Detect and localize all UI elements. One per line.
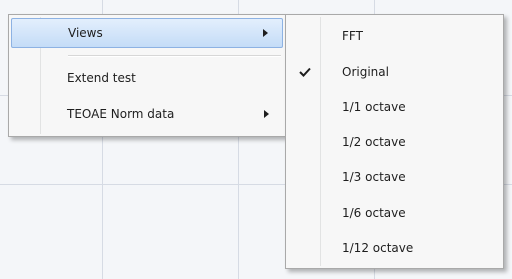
submenu-item-1-6-octave[interactable]: 1/6 octave [288, 198, 501, 228]
submenu-item-original[interactable]: Original [288, 57, 501, 87]
menu-item-label: 1/12 octave [342, 241, 414, 255]
submenu-item-1-3-octave[interactable]: 1/3 octave [288, 162, 501, 192]
views-submenu: FFT Original 1/1 octave 1/2 octave 1/3 o… [285, 14, 504, 269]
context-menu: Views Extend test TEOAE Norm data [8, 14, 286, 137]
submenu-item-1-12-octave[interactable]: 1/12 octave [288, 233, 501, 263]
menu-item-label: 1/6 octave [342, 206, 406, 220]
submenu-item-1-2-octave[interactable]: 1/2 octave [288, 127, 501, 157]
menu-item-label: Original [342, 65, 389, 79]
submenu-item-fft[interactable]: FFT [288, 21, 501, 51]
checkmark-icon [299, 67, 311, 77]
menu-item-teoae-norm-data[interactable]: TEOAE Norm data [11, 99, 283, 129]
menu-item-label: Extend test [67, 71, 136, 85]
menu-item-label: Views [68, 26, 103, 40]
menu-item-views[interactable]: Views [11, 18, 283, 48]
menu-item-label: 1/3 octave [342, 170, 406, 184]
menu-item-extend-test[interactable]: Extend test [11, 63, 283, 93]
menu-separator [68, 55, 281, 57]
submenu-arrow-icon [264, 110, 269, 118]
menu-item-label: TEOAE Norm data [67, 107, 175, 121]
submenu-item-1-1-octave[interactable]: 1/1 octave [288, 92, 501, 122]
menu-item-label: FFT [342, 29, 363, 43]
menu-item-label: 1/2 octave [342, 135, 406, 149]
submenu-arrow-icon [263, 29, 268, 37]
menu-item-label: 1/1 octave [342, 100, 406, 114]
